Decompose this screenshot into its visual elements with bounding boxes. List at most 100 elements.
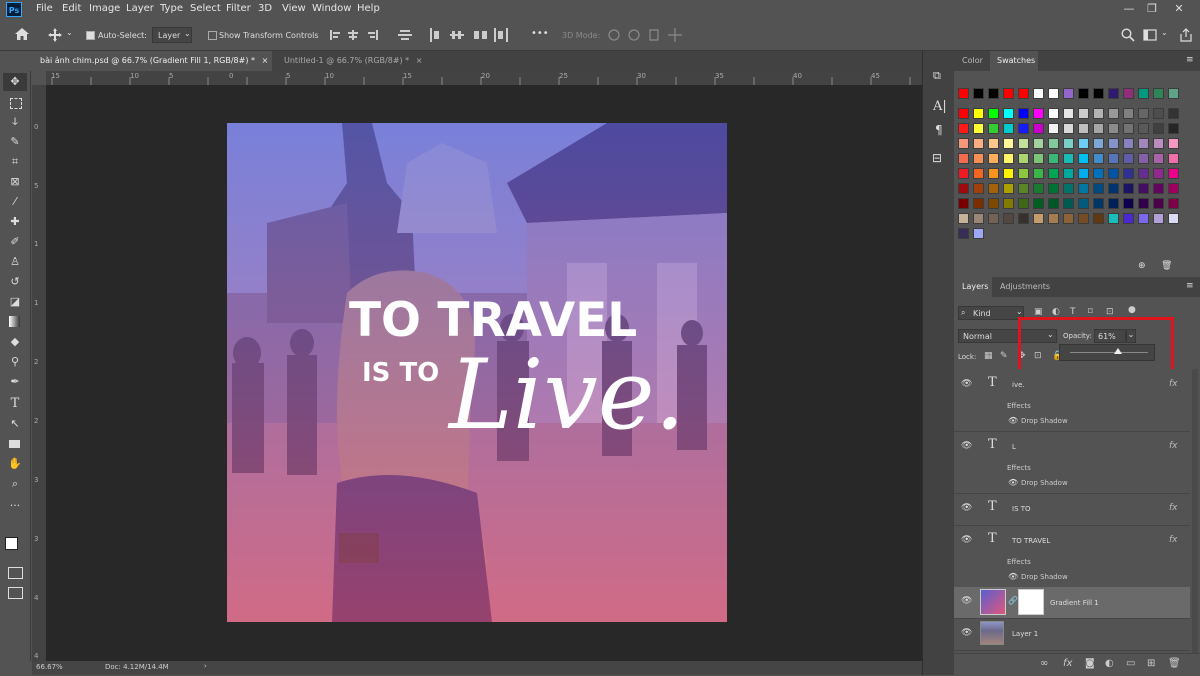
color-swatch[interactable] (1093, 88, 1104, 99)
color-swatch[interactable] (1063, 138, 1074, 149)
menu-image[interactable]: Image (89, 3, 120, 14)
color-swatch[interactable] (1003, 123, 1014, 134)
color-swatch[interactable] (1018, 198, 1029, 209)
color-swatch[interactable] (1078, 123, 1089, 134)
close-icon[interactable]: × (262, 56, 269, 65)
layer-name[interactable]: Layer 1 (1012, 630, 1038, 638)
color-swatch[interactable] (1153, 123, 1164, 134)
color-swatch[interactable] (1093, 168, 1104, 179)
effect-eye-icon[interactable]: 👁 (1008, 572, 1018, 581)
color-swatch[interactable] (1018, 138, 1029, 149)
lasso-tool-icon[interactable]: ↆ (8, 115, 22, 129)
fx-badge[interactable]: fx (1169, 379, 1178, 389)
color-swatch[interactable] (1063, 198, 1074, 209)
color-swatch[interactable] (1033, 123, 1044, 134)
color-swatch[interactable] (988, 198, 999, 209)
fx-badge[interactable]: fx (1169, 441, 1178, 451)
color-swatch[interactable] (1093, 213, 1104, 224)
show-transform-checkbox[interactable] (208, 31, 217, 40)
color-swatch[interactable] (1108, 138, 1119, 149)
color-swatch[interactable] (958, 88, 969, 99)
color-swatch[interactable] (1138, 88, 1149, 99)
adjustment-layer-icon[interactable]: ◐ (1105, 658, 1114, 669)
tab-active-document[interactable]: bài ảnh chim.psd @ 66.7% (Gradient Fill … (32, 51, 272, 71)
paragraph-panel-icon[interactable]: ¶ (935, 123, 943, 137)
color-swatch[interactable] (1153, 198, 1164, 209)
color-swatch[interactable] (973, 138, 984, 149)
color-swatch[interactable] (988, 153, 999, 164)
visibility-eye-icon[interactable]: 👁 (961, 503, 972, 513)
image-thumbnail[interactable] (980, 621, 1004, 645)
color-swatch[interactable] (1033, 108, 1044, 119)
add-mask-icon[interactable]: ◙ (1085, 658, 1095, 669)
color-swatch[interactable] (958, 213, 969, 224)
color-swatch[interactable] (1168, 213, 1179, 224)
color-swatch[interactable] (1138, 153, 1149, 164)
gradient-thumbnail[interactable] (980, 589, 1006, 615)
visibility-eye-icon[interactable]: 👁 (961, 596, 972, 606)
color-swatch[interactable] (1093, 153, 1104, 164)
brush-tool-icon[interactable]: ✐ (8, 235, 22, 249)
color-swatch[interactable] (1138, 183, 1149, 194)
rectangle-tool-icon[interactable] (8, 437, 22, 451)
color-swatch[interactable] (1168, 183, 1179, 194)
color-swatch[interactable] (958, 198, 969, 209)
fx-badge[interactable]: fx (1169, 535, 1178, 545)
share-icon[interactable] (1179, 28, 1193, 42)
color-swatch[interactable] (973, 213, 984, 224)
color-swatch[interactable] (1093, 198, 1104, 209)
tab-untitled-document[interactable]: Untitled-1 @ 66.7% (RGB/8#) * × (276, 51, 466, 71)
color-swatch[interactable] (988, 123, 999, 134)
color-swatch[interactable] (1093, 108, 1104, 119)
color-swatch[interactable] (1048, 183, 1059, 194)
screen-mode-icon[interactable] (8, 587, 23, 599)
color-swatch[interactable] (1003, 108, 1014, 119)
color-swatch[interactable] (1138, 108, 1149, 119)
effect-eye-icon[interactable]: 👁 (1008, 416, 1018, 425)
color-swatch[interactable] (1048, 108, 1059, 119)
visibility-eye-icon[interactable]: 👁 (961, 628, 972, 638)
color-swatch[interactable] (1153, 108, 1164, 119)
color-swatch[interactable] (1078, 213, 1089, 224)
color-swatch[interactable] (1063, 168, 1074, 179)
zoom-tool-icon[interactable]: ⌕ (8, 477, 22, 491)
status-menu-arrow[interactable]: › (204, 662, 207, 670)
color-swatch[interactable] (1168, 88, 1179, 99)
color-swatch[interactable] (1003, 153, 1014, 164)
layer-row-to-travel[interactable]: 👁 T TO TRAVEL fx Effects 👁 Drop Shadow (954, 525, 1190, 588)
layers-scrollbar[interactable] (1192, 369, 1198, 659)
color-swatch[interactable] (1093, 138, 1104, 149)
color-swatch[interactable] (1138, 138, 1149, 149)
chevron-down-icon[interactable]: ⌄ (1161, 28, 1168, 37)
color-swatch[interactable] (1003, 213, 1014, 224)
color-swatch[interactable] (1063, 213, 1074, 224)
color-swatch[interactable] (958, 168, 969, 179)
layer-name[interactable]: IS TO (1012, 505, 1031, 513)
color-swatch[interactable] (1168, 168, 1179, 179)
menu-help[interactable]: Help (357, 3, 380, 14)
color-swatch[interactable] (1048, 138, 1059, 149)
crop-tool-icon[interactable]: ⌗ (8, 155, 22, 169)
color-swatch[interactable] (1123, 138, 1134, 149)
color-swatch[interactable] (1123, 213, 1134, 224)
delete-layer-icon[interactable]: 🗑 (1168, 658, 1181, 669)
color-swatch[interactable] (1108, 123, 1119, 134)
color-swatch[interactable] (1123, 153, 1134, 164)
history-panel-icon[interactable]: ⧉ (933, 69, 941, 83)
delete-swatch-icon[interactable]: 🗑 (1161, 261, 1172, 271)
history-brush-icon[interactable]: ↺ (8, 275, 22, 289)
add-style-icon[interactable]: fx (1063, 658, 1072, 669)
color-swatch[interactable] (1138, 123, 1149, 134)
eyedropper-tool-icon[interactable]: ⁄ (8, 195, 22, 209)
color-swatch[interactable] (988, 108, 999, 119)
color-swatch[interactable] (1123, 183, 1134, 194)
new-layer-icon[interactable]: ⊞ (1147, 658, 1155, 669)
layer-name[interactable]: TO TRAVEL (1012, 537, 1050, 545)
color-swatch[interactable] (958, 138, 969, 149)
foreground-color-swatch[interactable] (5, 537, 18, 550)
3d-mode-icons[interactable] (606, 27, 686, 43)
color-swatch[interactable] (1078, 153, 1089, 164)
color-swatch[interactable] (1168, 198, 1179, 209)
color-swatch[interactable] (1063, 108, 1074, 119)
layer-name[interactable]: ive. (1012, 381, 1025, 389)
